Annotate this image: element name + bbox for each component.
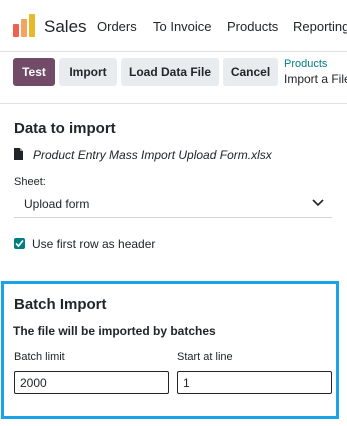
sheet-select[interactable]: Upload form [14, 192, 332, 218]
top-navbar: Sales Orders To Invoice Products Reporti… [0, 0, 347, 52]
batch-limit-label: Batch limit [14, 351, 65, 363]
check-icon [15, 239, 24, 248]
use-header-checkbox[interactable] [14, 238, 25, 249]
nav-item-to-invoice[interactable]: To Invoice [153, 19, 212, 34]
use-header-label[interactable]: Use first row as header [32, 237, 155, 251]
app-name[interactable]: Sales [44, 17, 87, 37]
breadcrumb-current: Import a File [284, 72, 347, 86]
breadcrumb-products[interactable]: Products [284, 58, 327, 70]
nav-item-products[interactable]: Products [227, 19, 278, 34]
nav-item-reporting[interactable]: Reporting [293, 19, 347, 34]
control-panel: Test Import Load Data File Cancel Produc… [0, 52, 347, 96]
start-line-input[interactable] [177, 371, 332, 394]
data-to-import-title: Data to import [14, 120, 116, 137]
sheet-label: Sheet: [14, 176, 46, 188]
chevron-down-icon [312, 199, 324, 207]
start-line-label: Start at line [177, 351, 233, 363]
uploaded-file-name: Product Entry Mass Import Upload Form.xl… [33, 148, 272, 162]
sheet-select-value: Upload form [24, 197, 90, 211]
test-button[interactable]: Test [13, 58, 55, 86]
sales-app-logo-icon[interactable] [12, 14, 36, 38]
cancel-button[interactable]: Cancel [223, 58, 278, 86]
import-button[interactable]: Import [59, 58, 117, 86]
header-divider [0, 103, 347, 104]
batch-import-title: Batch Import [14, 296, 107, 313]
load-data-file-button[interactable]: Load Data File [121, 58, 219, 86]
batch-limit-input[interactable] [14, 371, 169, 394]
batch-import-note: The file will be imported by batches [13, 324, 216, 338]
nav-item-orders[interactable]: Orders [97, 19, 137, 34]
file-icon [14, 148, 23, 160]
